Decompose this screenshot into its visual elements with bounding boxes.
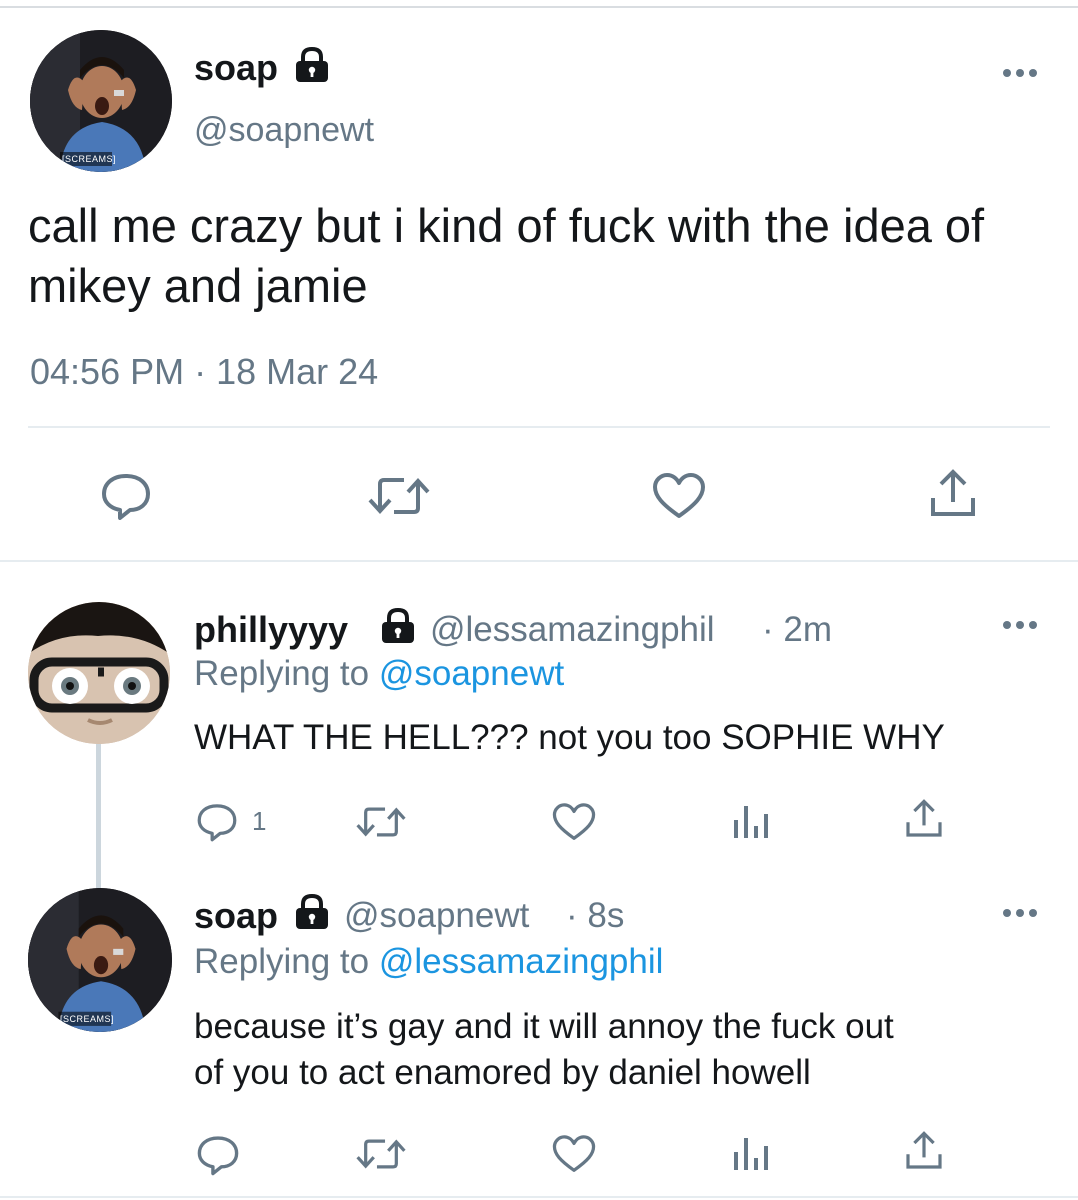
retweet-icon[interactable] [368,474,430,518]
divider [28,426,1050,428]
avatar-image [30,30,172,172]
share-icon[interactable] [928,468,978,520]
like-icon[interactable] [552,1134,596,1174]
avatar[interactable]: [SCREAMS] [28,888,172,1032]
share-icon[interactable] [904,798,944,840]
more-options-icon[interactable] [1000,66,1040,85]
reply-text-line-1: because it’s gay and it will annoy the f… [194,1007,894,1046]
display-name[interactable]: soap [194,48,278,88]
reply-icon[interactable] [196,1134,240,1176]
tweet-timestamp[interactable]: 04:56 PM · 18 Mar 24 [30,350,378,394]
replying-to: Replying to @lessamazingphil [194,942,663,982]
tweet-time: · 2m [762,610,832,649]
analytics-icon[interactable] [730,802,770,840]
display-name[interactable]: phillyyyy [194,610,348,650]
lock-icon [292,893,332,935]
reply-text-line-2: of you to act enamored by daniel howell [194,1053,811,1092]
avatar-image [28,602,170,744]
more-options-icon[interactable] [1000,906,1040,925]
handle[interactable]: @lessamazingphil [430,610,715,650]
reply-icon[interactable] [196,802,238,842]
reply-count: 1 [252,806,267,836]
tweet-text: call me crazy but i kind of fuck with th… [28,199,985,312]
avatar[interactable]: [SCREAMS] [30,30,172,172]
like-icon[interactable] [652,472,706,520]
more-options-icon[interactable] [1000,618,1040,637]
display-name[interactable]: soap [194,896,278,936]
lock-icon [292,46,332,88]
replying-to-label: Replying to [194,654,370,693]
avatar[interactable] [28,602,170,744]
replying-to-handle[interactable]: @soapnewt [379,654,564,693]
thread-line [96,744,101,890]
reply-icon[interactable] [100,472,152,520]
retweet-icon[interactable] [356,1136,406,1172]
retweet-icon[interactable] [356,804,406,840]
handle[interactable]: @soapnewt [344,896,529,936]
top-divider [0,6,1078,8]
tweet-time: · 8s [566,896,625,935]
lock-icon [378,607,418,649]
bottom-divider [0,1196,1078,1198]
reply-text: WHAT THE HELL??? not you too SOPHIE WHY [194,718,945,757]
like-icon[interactable] [552,802,596,842]
replying-to-handle[interactable]: @lessamazingphil [379,942,664,981]
replying-to: Replying to @soapnewt [194,654,564,694]
share-icon[interactable] [904,1130,944,1172]
analytics-icon[interactable] [730,1134,770,1172]
avatar-caption: [SCREAMS] [60,1014,115,1024]
handle[interactable]: @soapnewt [194,110,374,150]
avatar-caption: [SCREAMS] [62,154,117,164]
replying-to-label: Replying to [194,942,370,981]
avatar-image [28,888,172,1032]
section-divider [0,560,1078,562]
